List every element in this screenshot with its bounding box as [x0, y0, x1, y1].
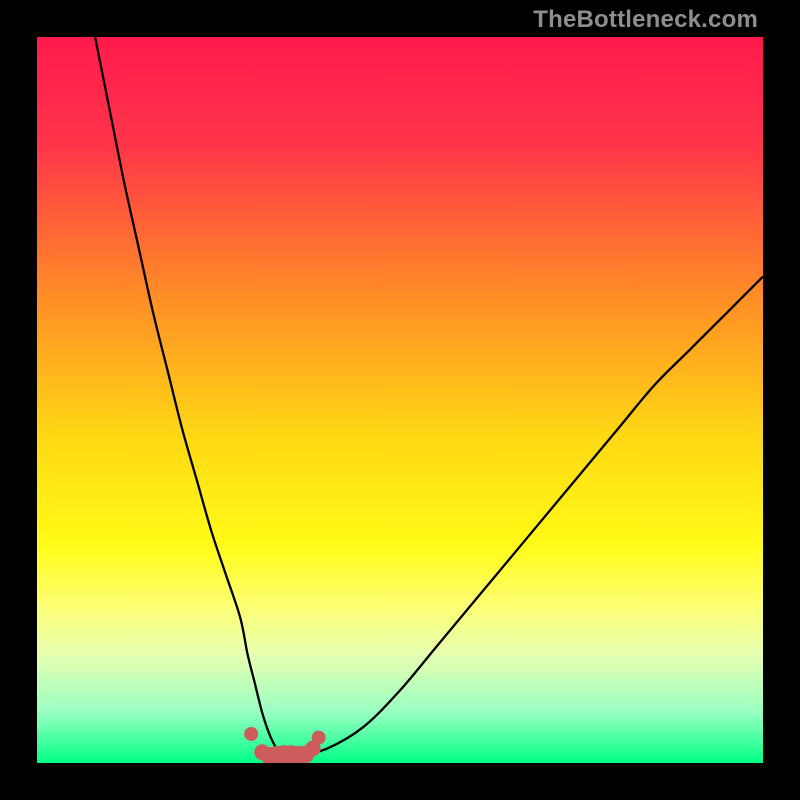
dot [244, 727, 258, 741]
bottleneck-curve [95, 37, 763, 757]
plot-area [37, 37, 763, 763]
curve-layer [37, 37, 763, 763]
dot [312, 731, 326, 745]
near-zero-dots [244, 727, 326, 763]
chart-frame: TheBottleneck.com [0, 0, 800, 800]
watermark-text: TheBottleneck.com [533, 6, 758, 34]
